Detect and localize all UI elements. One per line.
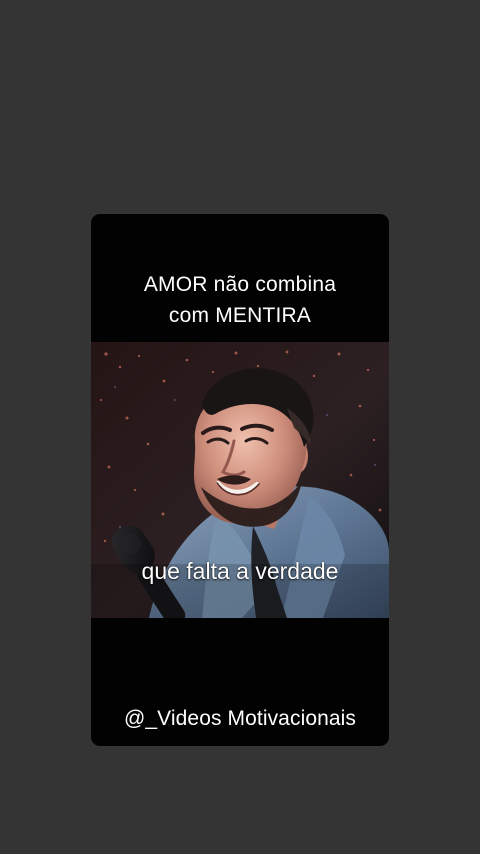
video-card[interactable]: AMOR não combina com MENTIRA que falta a… — [91, 214, 389, 746]
story-viewer: AMOR não combina com MENTIRA que falta a… — [0, 0, 480, 854]
video-subtitle: que falta a verdade — [141, 558, 339, 584]
post-headline: AMOR não combina com MENTIRA — [143, 273, 337, 327]
channel-watermark: @_Videos Motivacionais — [123, 707, 357, 730]
